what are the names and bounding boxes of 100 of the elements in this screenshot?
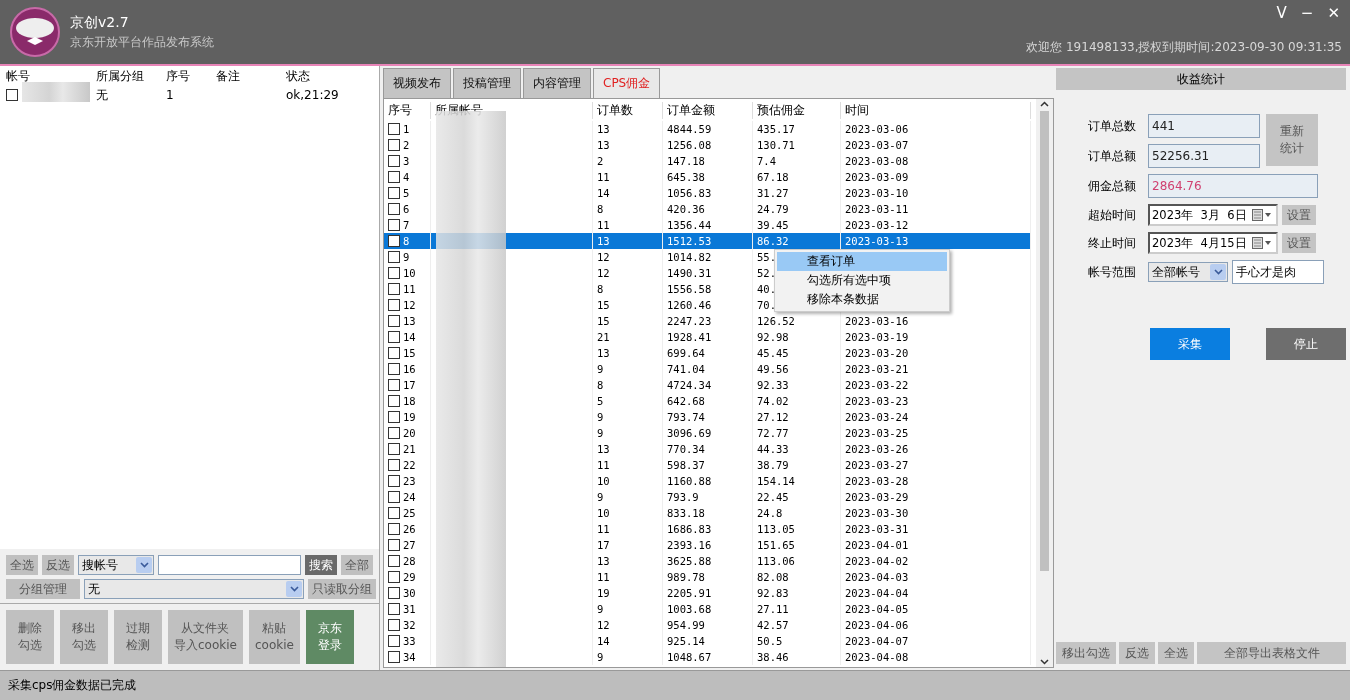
table-cell: 925.14 — [663, 633, 753, 649]
recount-button[interactable]: 重新 统计 — [1266, 114, 1318, 166]
table-cell: 2023-03-21 — [841, 361, 1031, 377]
table-cell: 13 — [593, 121, 663, 137]
table-cell: 31.27 — [753, 185, 841, 201]
table-cell: 2023-03-11 — [841, 201, 1031, 217]
row-number: 10 — [403, 267, 416, 279]
row-number: 32 — [403, 619, 416, 631]
table-cell: 9 — [593, 601, 663, 617]
table-cell: 15 — [593, 313, 663, 329]
row-number: 5 — [403, 187, 410, 199]
table-cell: 2023-03-26 — [841, 441, 1031, 457]
app-title: 京创v2.7 — [70, 13, 130, 32]
table-cell: 3096.69 — [663, 425, 753, 441]
table-cell: 13 — [593, 553, 663, 569]
toolbar-button[interactable]: 全选 — [1158, 642, 1194, 664]
readonly-group-button[interactable]: 只读取分组 — [308, 579, 376, 599]
tab[interactable]: 内容管理 — [523, 68, 591, 98]
table-cell-text: 1 — [165, 88, 175, 102]
table-cell: 12 — [593, 249, 663, 265]
table-cell: 645.38 — [663, 169, 753, 185]
show-all-button[interactable]: 全部 — [341, 555, 373, 575]
table-cell: 1260.46 — [663, 297, 753, 313]
table-cell: 92.33 — [753, 377, 841, 393]
table-cell: 2023-03-25 — [841, 425, 1031, 441]
tab[interactable]: CPS佣金 — [593, 68, 661, 98]
row-number: 24 — [403, 491, 416, 503]
table-cell: 10 — [593, 473, 663, 489]
invert-selection-button[interactable]: 反选 — [42, 555, 74, 575]
table-cell: 2023-03-09 — [841, 169, 1031, 185]
tab[interactable]: 投稿管理 — [453, 68, 521, 98]
table-cell: 38.46 — [753, 649, 841, 665]
row-number: 13 — [403, 315, 416, 327]
action-button[interactable]: 过期 检测 — [114, 610, 162, 664]
toolbar-button[interactable]: 全部导出表格文件 — [1197, 642, 1346, 664]
table-cell: 699.64 — [663, 345, 753, 361]
table-cell: 1556.58 — [663, 281, 753, 297]
row-number: 22 — [403, 459, 416, 471]
row-number: 20 — [403, 427, 416, 439]
menu-item[interactable]: 查看订单 — [777, 252, 947, 271]
scope-dropdown[interactable]: 全部帐号 — [1148, 262, 1228, 282]
action-button[interactable]: 从文件夹 导入cookie — [168, 610, 243, 664]
end-date-picker[interactable]: 2023年 4月15日 — [1148, 232, 1278, 254]
field-label: 终止时间 — [1088, 234, 1137, 252]
row-number: 29 — [403, 571, 416, 583]
table-cell: 13 — [593, 441, 663, 457]
table-cell: 2023-04-01 — [841, 537, 1031, 553]
set-button[interactable]: 设置 — [1282, 233, 1316, 253]
toolbar-button[interactable]: 反选 — [1119, 642, 1155, 664]
table-cell: 21 — [593, 329, 663, 345]
window-control[interactable]: ✕ — [1327, 4, 1340, 22]
row-number: 7 — [403, 219, 410, 231]
window-control[interactable]: V — [1276, 4, 1287, 22]
table-cell: 793.9 — [663, 489, 753, 505]
table-cell: 741.04 — [663, 361, 753, 377]
table-cell: 2023-03-24 — [841, 409, 1031, 425]
row-number: 3 — [403, 155, 410, 167]
tab[interactable]: 视频发布 — [383, 68, 451, 98]
table-cell: 2023-03-10 — [841, 185, 1031, 201]
collect-button[interactable]: 采集 — [1150, 328, 1230, 360]
table-cell: 2023-03-23 — [841, 393, 1031, 409]
table-cell: 42.57 — [753, 617, 841, 633]
group-manage-button[interactable]: 分组管理 — [6, 579, 80, 599]
group-dropdown[interactable]: 无 — [84, 579, 304, 599]
set-button[interactable]: 设置 — [1282, 205, 1316, 225]
account-name-field[interactable]: 手心才是肉 — [1232, 260, 1324, 284]
table-cell: 2023-03-30 — [841, 505, 1031, 521]
table-cell: 9 — [593, 425, 663, 441]
window-control[interactable]: − — [1300, 4, 1314, 22]
action-button[interactable]: 粘贴 cookie — [248, 610, 300, 664]
action-button[interactable]: 京东 登录 — [305, 610, 354, 664]
action-button[interactable]: 删除 勾选 — [6, 610, 54, 664]
table-cell: 11 — [593, 457, 663, 473]
table-cell: 113.05 — [753, 521, 841, 537]
select-all-button[interactable]: 全选 — [6, 555, 38, 575]
column-header: 状态 — [285, 67, 311, 85]
row-number: 21 — [403, 443, 416, 455]
table-cell: 1512.53 — [663, 233, 753, 249]
search-button[interactable]: 搜索 — [305, 555, 337, 575]
table-cell: 19 — [593, 585, 663, 601]
row-number: 8 — [403, 235, 410, 247]
start-date-picker[interactable]: 2023年 3月 6日 — [1148, 204, 1278, 226]
toolbar-button[interactable]: 移出勾选 — [1056, 642, 1116, 664]
table-cell: 72.77 — [753, 425, 841, 441]
table-cell: 9 — [593, 489, 663, 505]
action-button[interactable]: 移出 勾选 — [60, 610, 108, 664]
table-cell: 2023-03-27 — [841, 457, 1031, 473]
table-cell: 954.99 — [663, 617, 753, 633]
order-count-field: 441 — [1148, 114, 1260, 138]
column-header: 序号 — [384, 101, 431, 119]
row-number: 33 — [403, 635, 416, 647]
field-label: 帐号范围 — [1088, 263, 1137, 281]
table-cell: 8 — [593, 377, 663, 393]
search-mode-dropdown[interactable]: 搜帐号 — [78, 555, 154, 575]
table-cell: 74.02 — [753, 393, 841, 409]
table-cell: 793.74 — [663, 409, 753, 425]
table-cell: 9 — [593, 409, 663, 425]
table-cell: 113.06 — [753, 553, 841, 569]
table-cell: 2023-04-04 — [841, 585, 1031, 601]
stop-button[interactable]: 停止 — [1266, 328, 1346, 360]
